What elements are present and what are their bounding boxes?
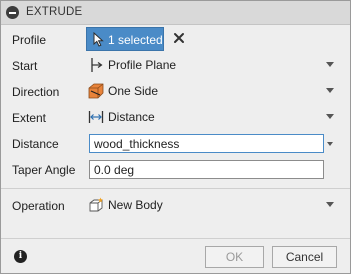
chevron-down-icon — [326, 88, 334, 93]
distance-label: Distance — [12, 137, 59, 151]
start-dropdown[interactable]: Profile Plane — [86, 54, 337, 76]
profile-plane-icon — [91, 58, 103, 72]
extent-label: Extent — [12, 111, 47, 125]
profile-selection-label: 1 selected — [108, 33, 163, 47]
direction-dropdown[interactable]: One Side — [86, 80, 337, 102]
start-value: Profile Plane — [108, 58, 177, 72]
new-body-icon — [89, 197, 103, 212]
clear-selection-icon[interactable] — [172, 31, 186, 45]
dialog-title: EXTRUDE — [26, 6, 83, 18]
extrude-dialog: EXTRUDE Profile 1 selected Start Profile… — [0, 0, 351, 274]
dialog-titlebar[interactable]: EXTRUDE — [1, 1, 350, 25]
direction-value: One Side — [108, 84, 159, 98]
operation-dropdown[interactable]: New Body — [86, 194, 337, 216]
distance-dropdown-icon[interactable] — [327, 142, 333, 146]
chevron-down-icon — [326, 62, 334, 67]
extent-dropdown[interactable]: Distance — [86, 106, 337, 128]
operation-value: New Body — [108, 198, 163, 212]
one-side-icon — [88, 83, 104, 99]
taper-angle-input[interactable]: 0.0 deg — [89, 160, 324, 179]
info-icon[interactable]: i — [14, 250, 27, 263]
distance-icon — [88, 111, 104, 123]
cursor-arrow-icon — [93, 32, 104, 47]
divider — [1, 188, 350, 189]
ok-button[interactable]: OK — [205, 246, 264, 268]
operation-label: Operation — [12, 199, 65, 213]
profile-label: Profile — [12, 33, 47, 47]
cancel-button[interactable]: Cancel — [272, 246, 337, 268]
divider — [1, 238, 350, 239]
extent-value: Distance — [108, 110, 155, 124]
profile-selection-button[interactable]: 1 selected — [86, 27, 164, 51]
chevron-down-icon — [326, 202, 334, 207]
collapse-icon[interactable] — [6, 6, 19, 19]
direction-label: Direction — [12, 85, 60, 99]
chevron-down-icon — [326, 114, 334, 119]
taper-angle-label: Taper Angle — [12, 163, 76, 177]
start-label: Start — [12, 59, 38, 73]
distance-input[interactable]: wood_thickness — [89, 134, 324, 153]
